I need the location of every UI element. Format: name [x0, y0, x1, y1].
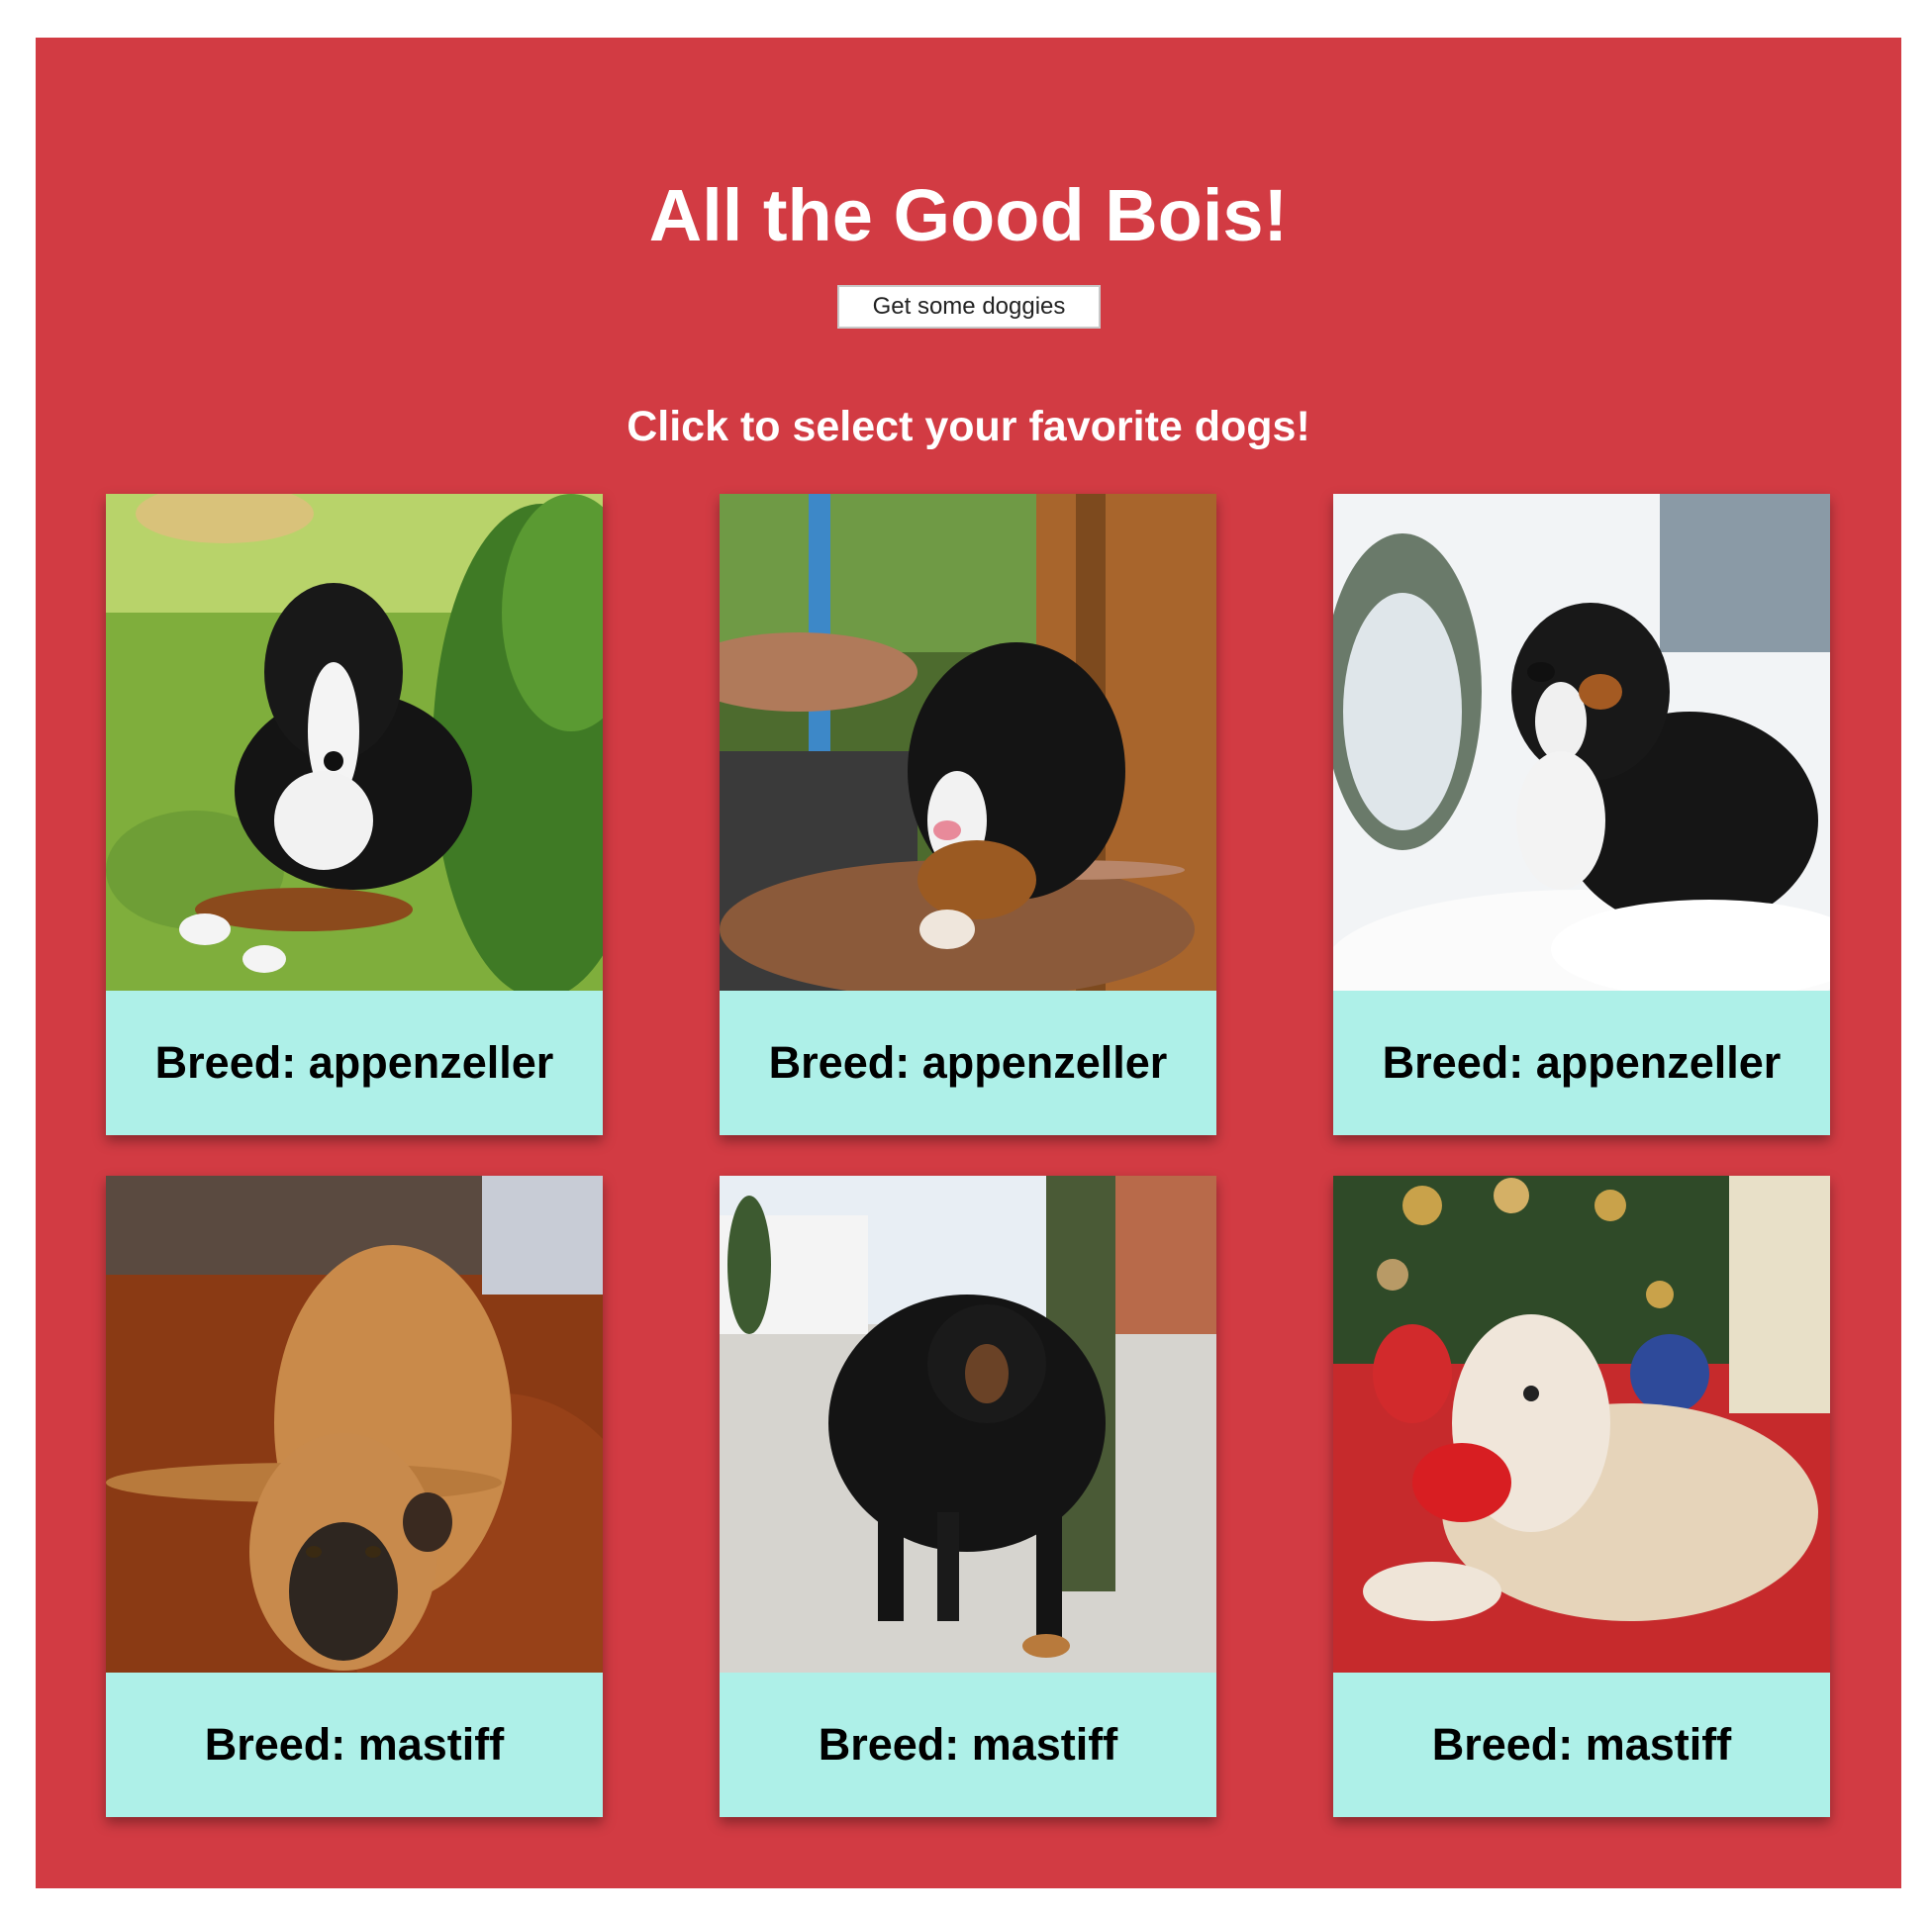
dog-card[interactable]: Breed: appenzeller	[720, 494, 1216, 1135]
page-title: All the Good Bois!	[648, 174, 1289, 256]
page-subtitle: Click to select your favorite dogs!	[627, 403, 1310, 450]
breed-label: Breed: mastiff	[1333, 1673, 1830, 1817]
breed-label: Breed: appenzeller	[1333, 991, 1830, 1135]
dog-card[interactable]: Breed: appenzeller	[106, 494, 603, 1135]
breed-label: Breed: mastiff	[720, 1673, 1216, 1817]
dog-card[interactable]: Breed: mastiff	[1333, 1176, 1830, 1817]
dog-card[interactable]: Breed: appenzeller	[1333, 494, 1830, 1135]
dog-card[interactable]: Breed: mastiff	[720, 1176, 1216, 1817]
breed-label: Breed: appenzeller	[106, 991, 603, 1135]
breed-label: Breed: appenzeller	[720, 991, 1216, 1135]
dog-photo	[106, 1176, 603, 1673]
dog-card[interactable]: Breed: mastiff	[106, 1176, 603, 1817]
dog-photo	[1333, 494, 1830, 991]
dog-photo	[720, 1176, 1216, 1673]
main-panel: All the Good Bois! Get some doggies Clic…	[36, 38, 1901, 1888]
get-doggies-button[interactable]: Get some doggies	[837, 285, 1101, 329]
dog-photo	[1333, 1176, 1830, 1673]
dog-photo	[720, 494, 1216, 991]
dog-photo	[106, 494, 603, 991]
breed-label: Breed: mastiff	[106, 1673, 603, 1817]
